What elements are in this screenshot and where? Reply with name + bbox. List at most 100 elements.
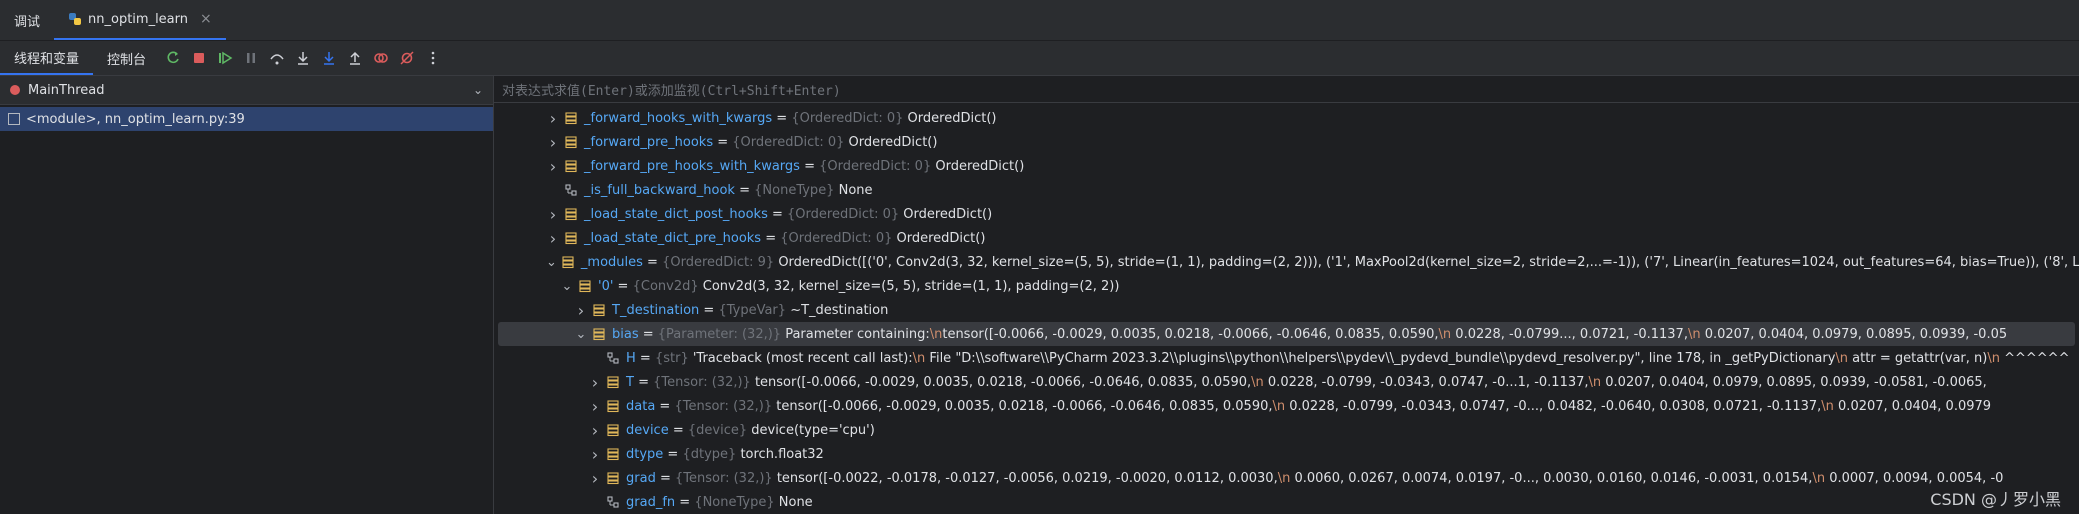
equals-sign: = — [772, 110, 792, 126]
variable-row[interactable]: › device = {device} device(type='cpu') — [494, 418, 2079, 442]
equals-sign: = — [799, 158, 820, 174]
chevron-down-icon[interactable]: ⌄ — [560, 279, 574, 294]
step-over-icon[interactable] — [266, 47, 288, 69]
chevron-right-icon[interactable]: › — [588, 445, 602, 464]
more-options-icon[interactable] — [422, 47, 444, 69]
equals-sign: = — [675, 494, 695, 510]
variable-name: _modules — [580, 254, 643, 270]
variable-row[interactable]: › grad = {Tensor: (32,)} tensor([-0.0022,… — [494, 466, 2079, 490]
tab-nn-optim-learn-label: nn_optim_learn — [88, 11, 189, 27]
tab-nn-optim-learn[interactable]: nn_optim_learn × — [54, 0, 226, 40]
variable-row[interactable]: H = {str} 'Traceback (most recent call l… — [494, 346, 2079, 370]
object-icon — [592, 303, 606, 317]
thread-name: MainThread — [28, 82, 105, 98]
python-icon — [69, 13, 82, 25]
object-icon — [592, 327, 606, 341]
equals-sign: = — [734, 182, 755, 198]
equals-sign: = — [655, 398, 675, 414]
variable-row[interactable]: grad_fn = {NoneType} None — [494, 490, 2079, 514]
resume-icon[interactable] — [214, 47, 236, 69]
variable-value: Conv2d(3, 32, kernel_size=(5, 5), stride… — [702, 278, 1120, 294]
top-tab-bar: 调试 nn_optim_learn × — [0, 0, 2079, 41]
chevron-right-icon[interactable]: › — [546, 229, 560, 248]
chevron-right-icon[interactable]: › — [588, 397, 602, 416]
chevron-right-icon[interactable]: › — [588, 373, 602, 392]
pause-icon[interactable] — [240, 47, 262, 69]
variable-name: data — [626, 398, 656, 414]
object-icon — [606, 471, 620, 485]
variable-name: bias — [612, 326, 639, 342]
object-icon — [606, 447, 620, 461]
variable-row[interactable]: › _forward_pre_hooks_with_kwargs = {Order… — [494, 154, 2079, 178]
variable-name: grad — [626, 470, 656, 486]
variables-panel: 对表达式求值(Enter)或添加监视(Ctrl+Shift+Enter) › _f… — [494, 76, 2079, 514]
view-breakpoints-icon[interactable] — [370, 47, 392, 69]
evaluate-expression-input[interactable]: 对表达式求值(Enter)或添加监视(Ctrl+Shift+Enter) — [494, 76, 2079, 103]
equals-sign: = — [633, 374, 654, 390]
variable-row[interactable]: › _forward_hooks_with_kwargs = {OrderedDi… — [494, 106, 2079, 130]
chevron-right-icon[interactable]: › — [546, 205, 560, 224]
variable-value: tensor([-0.0022, -0.0178, -0.0127, -0.00… — [776, 470, 2004, 486]
close-icon[interactable]: × — [200, 11, 212, 27]
step-into-my-code-icon[interactable] — [318, 47, 340, 69]
variable-type: {OrderedDict: 0} — [780, 230, 897, 246]
variable-row[interactable]: › dtype = {dtype} torch.float32 — [494, 442, 2079, 466]
variable-name: '0' — [598, 278, 614, 294]
stop-icon[interactable] — [188, 47, 210, 69]
thread-selector[interactable]: MainThread ⌄ — [0, 76, 493, 105]
object-icon — [606, 423, 620, 437]
variable-name: grad_fn — [626, 494, 676, 510]
debug-toolbar: 线程和变量 控制台 — [0, 41, 2079, 76]
tab-threads-variables-label: 线程和变量 — [14, 51, 80, 67]
variable-row[interactable]: › T = {Tensor: (32,)} tensor([-0.0066, -0… — [494, 370, 2079, 394]
step-out-icon[interactable] — [344, 47, 366, 69]
variable-row[interactable]: › T_destination = {TypeVar} ~T_destinatio… — [494, 298, 2079, 322]
chevron-right-icon[interactable]: › — [546, 157, 560, 176]
variable-row[interactable]: › data = {Tensor: (32,)} tensor([-0.0066,… — [494, 394, 2079, 418]
equals-sign: = — [613, 278, 633, 294]
variable-name: _forward_pre_hooks_with_kwargs — [584, 158, 800, 174]
variable-row[interactable]: › _load_state_dict_pre_hooks = {OrderedDi… — [494, 226, 2079, 250]
chevron-down-icon[interactable]: ⌄ — [546, 255, 557, 270]
variable-row[interactable]: ⌄ _modules = {OrderedDict: 9} OrderedDict… — [494, 250, 2079, 274]
variable-value: OrderedDict() — [896, 230, 986, 246]
variable-row[interactable]: ⌄ '0' = {Conv2d} Conv2d(3, 32, kernel_siz… — [494, 274, 2079, 298]
rerun-icon[interactable] — [162, 47, 184, 69]
equals-sign: = — [713, 134, 733, 150]
variable-value: tensor([-0.0066, -0.0029, 0.0035, 0.0218… — [754, 374, 1987, 390]
variable-name: device — [626, 422, 669, 438]
chevron-right-icon[interactable]: › — [546, 109, 560, 128]
mute-breakpoints-icon[interactable] — [396, 47, 418, 69]
object-icon — [564, 231, 578, 245]
variable-type: {Tensor: (32,)} — [675, 470, 777, 486]
chevron-right-icon[interactable]: › — [546, 133, 560, 152]
frame-icon — [8, 113, 20, 125]
variable-value: device(type='cpu') — [751, 422, 875, 438]
variable-type: {OrderedDict: 9} — [662, 254, 779, 270]
variable-row[interactable]: _is_full_backward_hook = {NoneType} None — [494, 178, 2079, 202]
stack-frame-item[interactable]: <module>, nn_optim_learn.py:39 — [0, 107, 493, 131]
tab-threads-variables[interactable]: 线程和变量 — [0, 41, 94, 75]
variable-row[interactable]: ⌄ bias = {Parameter: (32,)} Parameter con… — [498, 322, 2075, 346]
variable-row[interactable]: › _load_state_dict_post_hooks = {OrderedD… — [494, 202, 2079, 226]
step-into-icon[interactable] — [292, 47, 314, 69]
field-icon — [564, 183, 578, 197]
tab-debug[interactable]: 调试 — [0, 0, 54, 40]
chevron-right-icon[interactable]: › — [588, 421, 602, 440]
variable-name: _is_full_backward_hook — [584, 182, 735, 198]
chevron-right-icon[interactable]: › — [588, 469, 602, 488]
variable-value: 'Traceback (most recent call last):\n Fi… — [692, 350, 2070, 366]
tab-console[interactable]: 控制台 — [93, 41, 160, 75]
variable-value: ~T_destination — [790, 302, 889, 318]
chevron-right-icon[interactable]: › — [574, 301, 588, 320]
variable-name: _load_state_dict_post_hooks — [584, 206, 768, 222]
variable-value: None — [778, 494, 813, 510]
equals-sign: = — [668, 422, 688, 438]
equals-sign: = — [638, 326, 658, 342]
variable-value: None — [838, 182, 873, 198]
variable-row[interactable]: › _forward_pre_hooks = {OrderedDict: 0} O… — [494, 130, 2079, 154]
object-icon — [606, 399, 620, 413]
variable-value: OrderedDict() — [848, 134, 938, 150]
chevron-down-icon[interactable]: ⌄ — [473, 83, 483, 97]
chevron-down-icon[interactable]: ⌄ — [574, 327, 588, 342]
